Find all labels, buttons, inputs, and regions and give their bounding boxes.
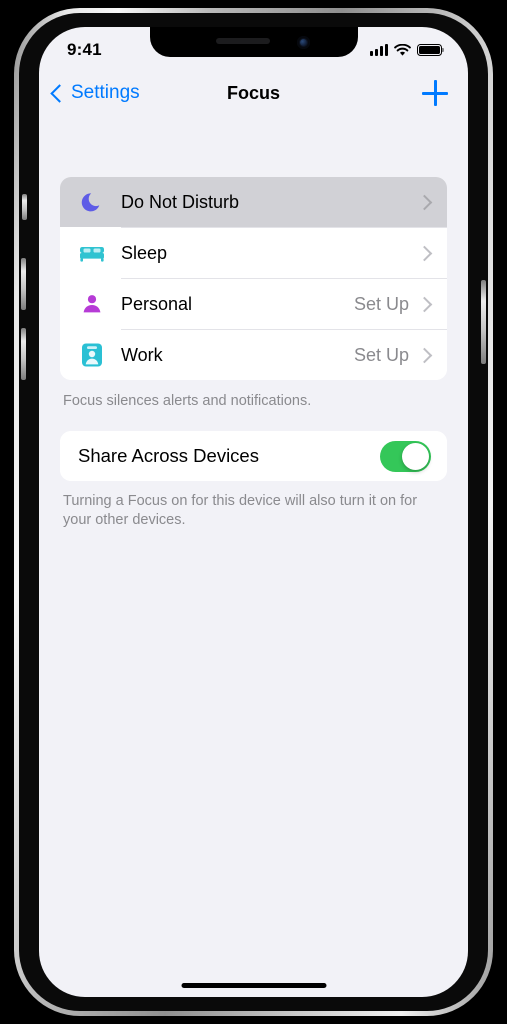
list-item-sleep[interactable]: Sleep <box>60 228 447 278</box>
front-camera-icon <box>296 36 310 49</box>
status-icons <box>370 43 445 57</box>
wifi-icon <box>394 43 411 56</box>
chevron-right-icon <box>416 245 433 261</box>
page-title: Focus <box>226 82 280 103</box>
list-item-work[interactable]: Work Set Up <box>60 330 447 380</box>
list-item-share-across-devices[interactable]: Share Across Devices <box>60 431 447 481</box>
list-item-do-not-disturb[interactable]: Do Not Disturb <box>60 177 447 227</box>
share-across-devices-toggle[interactable] <box>380 440 431 472</box>
focus-list-group: Do Not Disturb Sleep Personal Set Up Wor… <box>60 177 447 380</box>
signal-bars-icon <box>370 44 388 56</box>
share-across-devices-group: Share Across Devices <box>60 431 447 481</box>
silent-switch-button[interactable] <box>22 194 27 220</box>
list-item-personal[interactable]: Personal Set Up <box>60 279 447 329</box>
chevron-right-icon <box>416 347 433 363</box>
battery-full-icon <box>417 44 445 56</box>
device-stage: 9:41 Settings Focus Do Not Disturb Sleep… <box>0 0 507 1024</box>
share-group-footer: Turning a Focus on for this device will … <box>63 493 418 528</box>
list-item-label: Personal <box>121 293 193 314</box>
bed-icon <box>77 238 107 268</box>
list-item-value: Set Up <box>353 293 409 314</box>
share-across-devices-label: Share Across Devices <box>78 445 259 466</box>
person-icon <box>77 289 107 319</box>
volume-down-button[interactable] <box>21 328 26 380</box>
earpiece-speaker-icon <box>215 37 270 44</box>
plus-icon[interactable] <box>422 80 448 106</box>
settings-content: Do Not Disturb Sleep Personal Set Up Wor… <box>39 115 468 997</box>
list-item-label: Work <box>121 344 163 365</box>
moon-icon <box>77 187 107 217</box>
id-badge-icon <box>77 340 107 370</box>
notch <box>149 27 358 57</box>
phone-screen: 9:41 Settings Focus Do Not Disturb Sleep… <box>39 27 468 997</box>
phone-frame: 9:41 Settings Focus Do Not Disturb Sleep… <box>14 8 493 1016</box>
chevron-right-icon <box>416 296 433 312</box>
focus-group-footer: Focus silences alerts and notifications. <box>63 393 312 409</box>
power-button[interactable] <box>481 280 486 364</box>
list-item-label: Do Not Disturb <box>121 191 240 212</box>
home-indicator[interactable] <box>181 983 326 988</box>
list-item-label: Sleep <box>121 242 168 263</box>
status-time: 9:41 <box>67 40 102 59</box>
navigation-bar: Settings Focus <box>39 71 468 115</box>
volume-up-button[interactable] <box>21 258 26 310</box>
chevron-right-icon <box>416 194 433 210</box>
list-item-value: Set Up <box>353 344 409 365</box>
toggle-knob <box>402 442 429 470</box>
